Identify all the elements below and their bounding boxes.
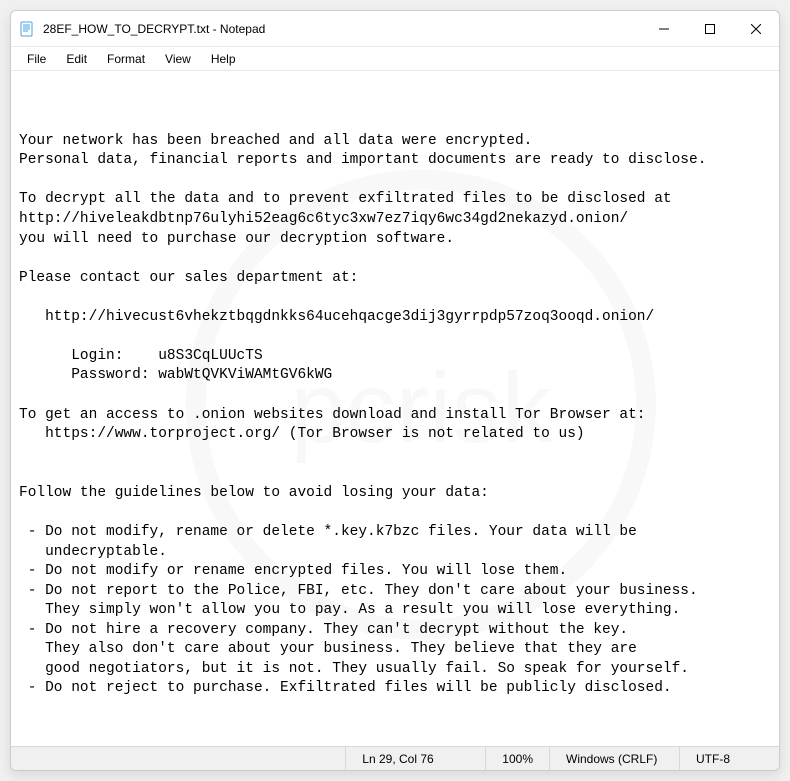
menu-help[interactable]: Help [201, 50, 246, 68]
status-position: Ln 29, Col 76 [345, 747, 485, 770]
maximize-button[interactable] [687, 11, 733, 47]
notepad-window: 28EF_HOW_TO_DECRYPT.txt - Notepad File E… [10, 10, 780, 771]
status-line-ending: Windows (CRLF) [549, 747, 679, 770]
text-area[interactable]: pcrisk Your network has been breached an… [11, 71, 779, 746]
menu-edit[interactable]: Edit [56, 50, 97, 68]
menu-view[interactable]: View [155, 50, 201, 68]
titlebar[interactable]: 28EF_HOW_TO_DECRYPT.txt - Notepad [11, 11, 779, 47]
menu-format[interactable]: Format [97, 50, 155, 68]
menubar: File Edit Format View Help [11, 47, 779, 71]
status-zoom: 100% [485, 747, 549, 770]
notepad-icon [19, 21, 35, 37]
minimize-button[interactable] [641, 11, 687, 47]
menu-file[interactable]: File [17, 50, 56, 68]
close-button[interactable] [733, 11, 779, 47]
status-encoding: UTF-8 [679, 747, 779, 770]
document-text: Your network has been breached and all d… [19, 132, 771, 699]
statusbar: Ln 29, Col 76 100% Windows (CRLF) UTF-8 [11, 746, 779, 770]
window-title: 28EF_HOW_TO_DECRYPT.txt - Notepad [43, 22, 641, 36]
window-controls [641, 11, 779, 47]
